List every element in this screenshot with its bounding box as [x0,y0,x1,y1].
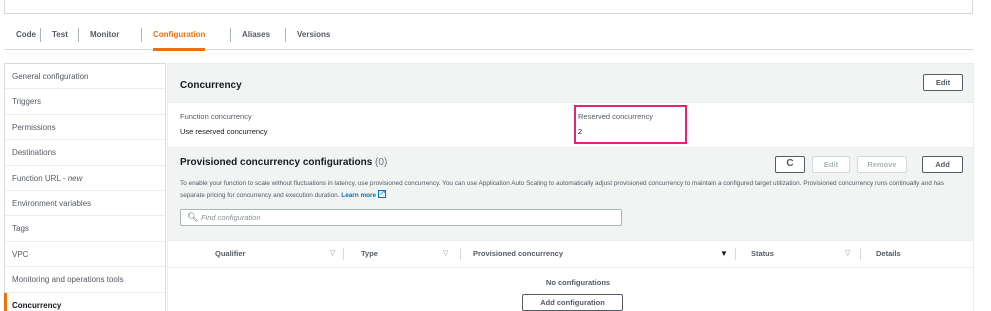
new-badge: new [67,173,83,183]
concurrency-panel: Concurrency Edit Function concurrency Us… [167,63,974,311]
empty-state-text: No configurations [545,278,611,287]
refresh-button[interactable]: C [775,156,805,173]
sidebar-item-permissions[interactable]: Permissions [5,115,165,141]
column-details[interactable]: Details [876,241,901,267]
search-input[interactable] [201,211,611,224]
refresh-icon: C [786,158,794,169]
tab-bar: Code Test Monitor Configuration Aliases … [4,20,973,51]
search-box[interactable]: 🔍︎ [180,209,622,226]
external-link-icon[interactable] [378,187,387,199]
column-divider [460,248,461,260]
sort-icon[interactable]: ▽ [845,241,850,267]
tab-aliases[interactable]: Aliases [230,26,282,44]
sort-descending-icon[interactable]: ▼ [720,241,728,267]
sidebar-item-triggers[interactable]: Triggers [5,89,165,115]
search-icon: 🔍︎ [187,212,199,222]
sidebar-item-label: Tags [12,224,29,234]
tab-test[interactable]: Test [40,26,80,44]
sidebar-item-monitoring[interactable]: Monitoring and operations tools [5,267,165,293]
sidebar-item-destinations[interactable]: Destinations [5,140,165,166]
sidebar-item-label: Triggers [12,97,42,107]
sort-icon[interactable]: ▽ [330,241,335,267]
sidebar-item-label: General configuration [12,72,89,81]
column-type[interactable]: Type [361,241,378,267]
concurrency-details: Function concurrency Use reserved concur… [168,102,973,148]
top-card [4,0,973,14]
column-divider [860,248,861,260]
sidebar-item-label: Concurrency [12,300,62,310]
provisioned-title-text: Provisioned concurrency configurations [180,157,373,168]
sidebar-item-vpc[interactable]: VPC [5,242,165,268]
function-concurrency-label: Function concurrency [180,112,252,121]
provisioned-description: To enable your function to scale without… [180,178,970,202]
sidebar-item-label: Destinations [12,148,57,158]
sidebar-item-label: Function URL - [12,173,68,183]
column-qualifier[interactable]: Qualifier [215,241,245,267]
learn-more-link[interactable]: Learn more [341,192,376,199]
concurrency-edit-button[interactable]: Edit [923,74,963,91]
provisioned-title: Provisioned concurrency configurations (… [180,157,387,168]
provisioned-edit-button[interactable]: Edit [812,156,850,173]
remove-button[interactable]: Remove [857,156,907,173]
sidebar-item-concurrency[interactable]: Concurrency [4,292,165,311]
sidebar-item-general-configuration[interactable]: General configuration [5,64,165,90]
sidebar-item-tags[interactable]: Tags [5,216,165,242]
configurations-table: Qualifier ▽ Type ▽ Provisioned concurren… [168,240,973,311]
sort-icon[interactable]: ▽ [443,241,448,267]
sidebar-item-function-url[interactable]: Function URL - new [5,166,165,191]
provisioned-count: (0) [375,157,388,168]
column-status[interactable]: Status [751,241,774,267]
sidebar-item-label: VPC [12,249,29,259]
highlight-box [574,105,687,144]
function-concurrency-value: Use reserved concurrency [180,127,268,136]
table-header-divider [168,267,973,268]
tab-versions[interactable]: Versions [285,26,342,44]
sidebar-item-environment-variables[interactable]: Environment variables [5,191,165,217]
config-sidebar: General configuration Triggers Permissio… [4,63,166,311]
concurrency-title: Concurrency [180,80,242,91]
sidebar-item-label: Permissions [12,122,56,132]
add-configuration-button[interactable]: Add configuration [522,294,623,311]
column-divider [343,248,344,260]
column-divider [735,248,736,260]
description-text: To enable your function to scale without… [180,180,944,199]
sidebar-item-label: Environment variables [12,198,92,208]
tab-configuration[interactable]: Configuration [141,26,217,51]
column-provisioned-concurrency[interactable]: Provisioned concurrency [473,241,563,267]
add-button[interactable]: Add [922,156,963,173]
tab-monitor[interactable]: Monitor [78,26,131,44]
sidebar-item-label: Monitoring and operations tools [12,275,124,285]
